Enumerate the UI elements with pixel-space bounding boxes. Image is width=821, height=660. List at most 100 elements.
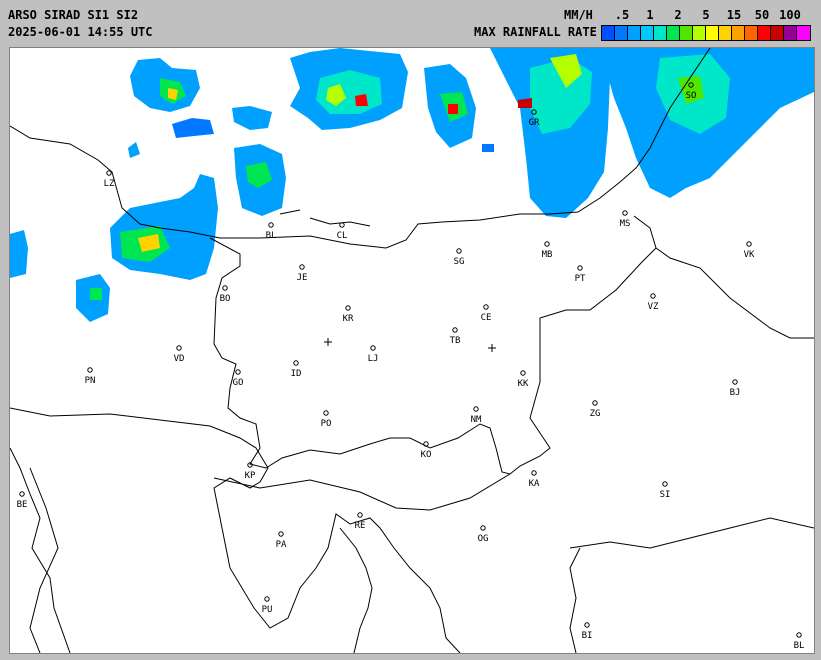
legend-tick: 50 <box>754 8 770 22</box>
city-label-gr: GR <box>529 118 540 128</box>
city-label-id: ID <box>291 369 302 379</box>
radar-map: LZ SO GR BL CL MB MS VK JE SG PT BO KR CE VZ TB VD LJ PN GO… <box>9 47 815 654</box>
color-scale <box>601 25 811 41</box>
radar-si2-marker <box>488 344 496 352</box>
city-label-so: SO <box>686 91 697 101</box>
scale-swatch <box>758 26 771 40</box>
country-border <box>569 517 814 549</box>
city-marker-pu <box>264 596 270 602</box>
city-label-vz: VZ <box>648 302 659 312</box>
city-label-nm: NM <box>471 415 482 425</box>
coast <box>569 547 581 653</box>
radar-window: ARSO SIRAD SI1 SI2 2025-06-01 14:55 UTC … <box>0 0 821 660</box>
city-label-be: BE <box>17 500 28 510</box>
map-canvas: LZ SO GR BL CL MB MS VK JE SG PT BO KR CE VZ TB VD LJ PN GO… <box>10 48 814 653</box>
scale-swatch <box>784 26 797 40</box>
city-marker-lj <box>370 345 376 351</box>
city-marker-vk <box>746 241 752 247</box>
timestamp: 2025-06-01 14:55 UTC <box>8 25 153 39</box>
scale-swatch <box>732 26 745 40</box>
city-label-bl: BL <box>794 641 805 651</box>
city-label-zg: ZG <box>590 409 601 419</box>
city-label-ms: MS <box>620 219 631 229</box>
city-marker-og <box>480 525 486 531</box>
scale-swatch <box>641 26 654 40</box>
city-label-vk: VK <box>744 250 755 260</box>
legend-tick: 100 <box>779 8 801 22</box>
city-marker-vz <box>650 293 656 299</box>
city-marker-mb <box>544 241 550 247</box>
city-label-pa: PA <box>276 540 287 550</box>
city-marker-bj <box>732 379 738 385</box>
precipitation-layer <box>10 48 814 322</box>
city-label-ka: KA <box>529 479 540 489</box>
coast <box>339 527 373 653</box>
city-label-kp: KP <box>245 471 256 481</box>
city-marker-zg <box>592 400 598 406</box>
city-marker-cl <box>339 222 345 228</box>
city-marker-pt <box>577 265 583 271</box>
rain-cell <box>90 288 102 300</box>
radar-si1-marker <box>324 338 332 346</box>
coast <box>10 447 71 653</box>
scale-swatch <box>706 26 719 40</box>
city-marker-kr <box>345 305 351 311</box>
city-marker-ms <box>622 210 628 216</box>
city-label-lj: LJ <box>368 354 379 364</box>
city-label-sg: SG <box>454 257 465 267</box>
coast <box>10 407 461 653</box>
coast <box>29 467 59 653</box>
legend-tick: .5 <box>614 8 630 22</box>
city-marker-tb <box>452 327 458 333</box>
city-label-kk: KK <box>518 379 529 389</box>
city-marker-bl <box>796 632 802 638</box>
city-marker-lz <box>106 170 112 176</box>
city-label-pn: PN <box>85 376 96 386</box>
legend-title: MAX RAINFALL RATE <box>474 25 597 39</box>
scale-swatch <box>628 26 641 40</box>
rain-cell <box>316 70 382 114</box>
city-marker-go <box>235 369 241 375</box>
city-label-lz: LZ <box>104 179 115 189</box>
city-marker-kk <box>520 370 526 376</box>
city-label-bi: BI <box>582 631 593 641</box>
city-marker-id <box>293 360 299 366</box>
rain-cell <box>482 144 494 152</box>
city-label-re: RE <box>355 521 366 531</box>
country-border <box>209 215 657 475</box>
legend-tick: 2 <box>674 8 682 22</box>
city-marker-nm <box>473 406 479 412</box>
city-marker-bi <box>584 622 590 628</box>
scale-swatch <box>693 26 706 40</box>
city-label-mb: MB <box>542 250 553 260</box>
scale-swatch <box>654 26 667 40</box>
rain-cell <box>128 142 140 158</box>
city-label-kr: KR <box>343 314 354 324</box>
city-marker-pn <box>87 367 93 373</box>
city-marker-be <box>19 491 25 497</box>
scale-swatch <box>771 26 784 40</box>
scale-swatch <box>797 26 810 40</box>
city-label-bl: BL <box>266 231 277 241</box>
city-marker-vd <box>176 345 182 351</box>
city-label-bo: BO <box>220 294 231 304</box>
rain-cell <box>110 174 218 280</box>
product-title: ARSO SIRAD SI1 SI2 <box>8 8 139 22</box>
country-border <box>213 473 511 511</box>
legend-tick: 15 <box>726 8 742 22</box>
city-label-ko: KO <box>421 450 432 460</box>
city-marker-po <box>323 410 329 416</box>
city-label-si: SI <box>660 490 671 500</box>
radar-sites-layer <box>324 338 496 352</box>
rain-cell <box>172 118 214 138</box>
city-label-tb: TB <box>450 336 461 346</box>
scale-swatch <box>602 26 615 40</box>
legend-tick: 5 <box>702 8 710 22</box>
river <box>279 209 301 215</box>
scale-swatch <box>680 26 693 40</box>
city-marker-ce <box>483 304 489 310</box>
city-marker-je <box>299 264 305 270</box>
city-label-pt: PT <box>575 274 586 284</box>
rain-cell <box>448 104 458 114</box>
scale-swatch <box>719 26 732 40</box>
